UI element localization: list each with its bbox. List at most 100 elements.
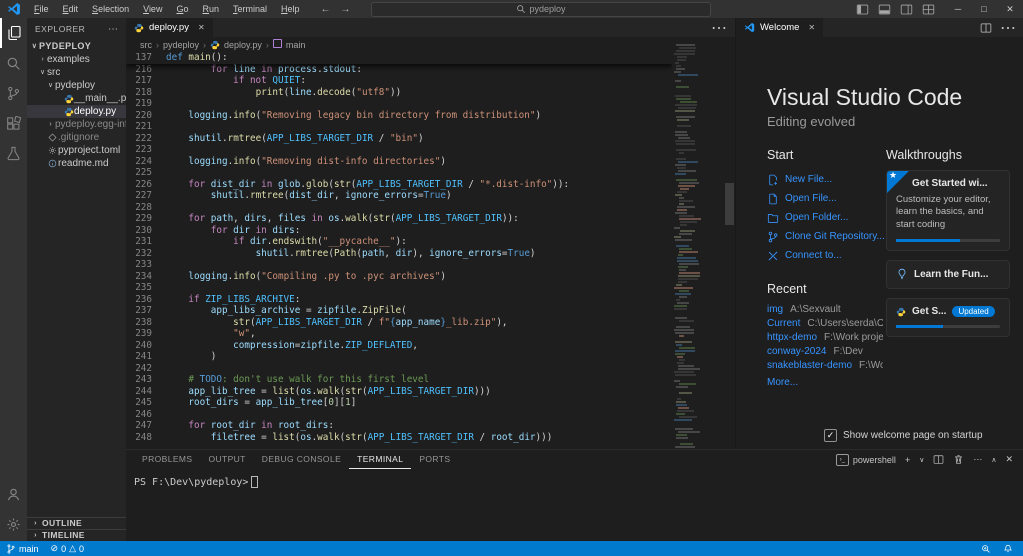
- tree-item-pydeploy[interactable]: ∨PYDEPLOY: [27, 40, 126, 53]
- code-line[interactable]: 224 logging.info("Removing dist-info dir…: [126, 156, 672, 168]
- nav-forward-button[interactable]: →: [341, 4, 351, 15]
- line-number[interactable]: 248: [126, 432, 152, 444]
- panel-tab-output[interactable]: OUTPUT: [200, 450, 253, 469]
- maximize-panel-icon[interactable]: ∧: [991, 456, 996, 464]
- code-line[interactable]: 240 compression=zipfile.ZIP_DEFLATED,: [126, 340, 672, 352]
- menu-run[interactable]: Run: [195, 0, 226, 18]
- line-number[interactable]: 137: [126, 52, 152, 64]
- code-line[interactable]: 227 shutil.rmtree(dist_dir, ignore_error…: [126, 190, 672, 202]
- code-editor[interactable]: 137def main(): 216 for line in process.s…: [126, 52, 672, 449]
- code-line[interactable]: 218 print(line.decode("utf8")): [126, 87, 672, 99]
- code-line[interactable]: 221: [126, 121, 672, 133]
- editor-scrollbar[interactable]: [725, 183, 734, 225]
- editor-more-actions-icon[interactable]: ⋯: [711, 18, 727, 38]
- terminal-dropdown-icon[interactable]: ∨: [919, 456, 924, 464]
- menu-file[interactable]: File: [27, 0, 56, 18]
- code-line[interactable]: 236 if ZIP_LIBS_ARCHIVE:: [126, 294, 672, 306]
- walkthrough-card[interactable]: ★Get Started wi...Customize your editor,…: [886, 170, 1010, 251]
- code-line[interactable]: 223: [126, 144, 672, 156]
- panel-tab-problems[interactable]: PROBLEMS: [134, 450, 200, 469]
- tree-item-pydeploy[interactable]: ∨pydeploy: [27, 79, 126, 92]
- code-line[interactable]: 239 "w",: [126, 328, 672, 340]
- line-number[interactable]: 234: [126, 271, 152, 283]
- line-number[interactable]: 247: [126, 420, 152, 432]
- line-number[interactable]: 232: [126, 248, 152, 260]
- line-number[interactable]: 241: [126, 351, 152, 363]
- code-line[interactable]: 225: [126, 167, 672, 179]
- activity-explorer[interactable]: [0, 18, 27, 48]
- line-number[interactable]: 227: [126, 190, 152, 202]
- menu-help[interactable]: Help: [274, 0, 307, 18]
- tab-deploy-py[interactable]: deploy.py ✕: [126, 18, 213, 37]
- line-number[interactable]: 235: [126, 282, 152, 294]
- walkthrough-card[interactable]: Learn the Fun...: [886, 260, 1010, 289]
- line-number[interactable]: 237: [126, 305, 152, 317]
- tree-item-pyproject-toml[interactable]: pyproject.toml: [27, 144, 126, 157]
- tree-item-deploy-py[interactable]: deploy.py: [27, 105, 126, 118]
- toggle-panel-icon[interactable]: [878, 3, 891, 16]
- new-terminal-icon[interactable]: +: [905, 455, 910, 465]
- nav-back-button[interactable]: ←: [321, 4, 331, 15]
- toggle-secondary-sidebar-icon[interactable]: [900, 3, 913, 16]
- terminal-content[interactable]: PS F:\Dev\pydeploy>: [126, 469, 1023, 488]
- branch-indicator[interactable]: main: [0, 541, 45, 556]
- line-number[interactable]: 236: [126, 294, 152, 306]
- panel-tab-terminal[interactable]: TERMINAL: [349, 450, 411, 469]
- toggle-sidebar-icon[interactable]: [856, 3, 869, 16]
- code-line[interactable]: 243 # TODO: don't use walk for this firs…: [126, 374, 672, 386]
- welcome-more-actions-icon[interactable]: ⋯: [1000, 18, 1016, 38]
- recent-link[interactable]: conway-2024: [767, 346, 826, 360]
- code-line[interactable]: 247 for root_dir in root_dirs:: [126, 420, 672, 432]
- code-line[interactable]: 228: [126, 202, 672, 214]
- menu-selection[interactable]: Selection: [85, 0, 136, 18]
- activity-source-control[interactable]: [0, 78, 27, 108]
- activity-search[interactable]: [0, 48, 27, 78]
- recent-more-link[interactable]: More...: [767, 377, 883, 388]
- breadcrumb-pydeploy[interactable]: pydeploy: [163, 40, 199, 50]
- tab-welcome[interactable]: Welcome ✕: [736, 18, 823, 37]
- breadcrumb-main[interactable]: main: [286, 40, 306, 50]
- menu-terminal[interactable]: Terminal: [226, 0, 274, 18]
- start-link-connect-to-[interactable]: Connect to...: [767, 246, 883, 265]
- recent-link[interactable]: snakeblaster-demo: [767, 360, 852, 374]
- activity-account[interactable]: [0, 479, 27, 509]
- code-line[interactable]: 235: [126, 282, 672, 294]
- line-number[interactable]: 224: [126, 156, 152, 168]
- start-link-clone-git-repository-[interactable]: Clone Git Repository...: [767, 227, 883, 246]
- activity-settings[interactable]: [0, 509, 27, 539]
- recent-link[interactable]: httpx-demo: [767, 332, 817, 346]
- line-number[interactable]: 240: [126, 340, 152, 352]
- window-maximize-button[interactable]: □: [971, 0, 997, 18]
- line-number[interactable]: 229: [126, 213, 152, 225]
- line-number[interactable]: 242: [126, 363, 152, 375]
- window-close-button[interactable]: ✕: [997, 0, 1023, 18]
- start-link-open-file-[interactable]: Open File...: [767, 189, 883, 208]
- code-line[interactable]: 238 str(APP_LIBS_TARGET_DIR / f"{app_nam…: [126, 317, 672, 329]
- minimap[interactable]: [672, 42, 700, 460]
- line-number[interactable]: 245: [126, 397, 152, 409]
- activity-extensions[interactable]: [0, 108, 27, 138]
- code-line[interactable]: 234 logging.info("Compiling .py to .pyc …: [126, 271, 672, 283]
- line-number[interactable]: 223: [126, 144, 152, 156]
- line-number[interactable]: 228: [126, 202, 152, 214]
- sticky-scroll-line[interactable]: 137def main():: [126, 52, 672, 64]
- line-number[interactable]: 216: [126, 64, 152, 76]
- code-line[interactable]: 216 for line in process.stdout:: [126, 64, 672, 76]
- close-icon[interactable]: ✕: [198, 23, 205, 32]
- line-number[interactable]: 244: [126, 386, 152, 398]
- code-line[interactable]: 233: [126, 259, 672, 271]
- code-line[interactable]: 220 logging.info("Removing legacy bin di…: [126, 110, 672, 122]
- tree-item-pydeploy-egg-info[interactable]: ›pydeploy.egg-info: [27, 118, 126, 131]
- start-link-new-file-[interactable]: New File...: [767, 170, 883, 189]
- window-minimize-button[interactable]: ─: [945, 0, 971, 18]
- line-number[interactable]: 246: [126, 409, 152, 421]
- line-number[interactable]: 221: [126, 121, 152, 133]
- code-line[interactable]: 248 filetree = list(os.walk(str(APP_LIBS…: [126, 432, 672, 444]
- code-line[interactable]: 232 shutil.rmtree(Path(path, dir), ignor…: [126, 248, 672, 260]
- line-number[interactable]: 239: [126, 328, 152, 340]
- notifications-bell-icon[interactable]: [997, 541, 1023, 556]
- tree-item--gitignore[interactable]: .gitignore: [27, 131, 126, 144]
- code-line[interactable]: 231 if dir.endswith("__pycache__"):: [126, 236, 672, 248]
- line-number[interactable]: 233: [126, 259, 152, 271]
- menu-go[interactable]: Go: [169, 0, 195, 18]
